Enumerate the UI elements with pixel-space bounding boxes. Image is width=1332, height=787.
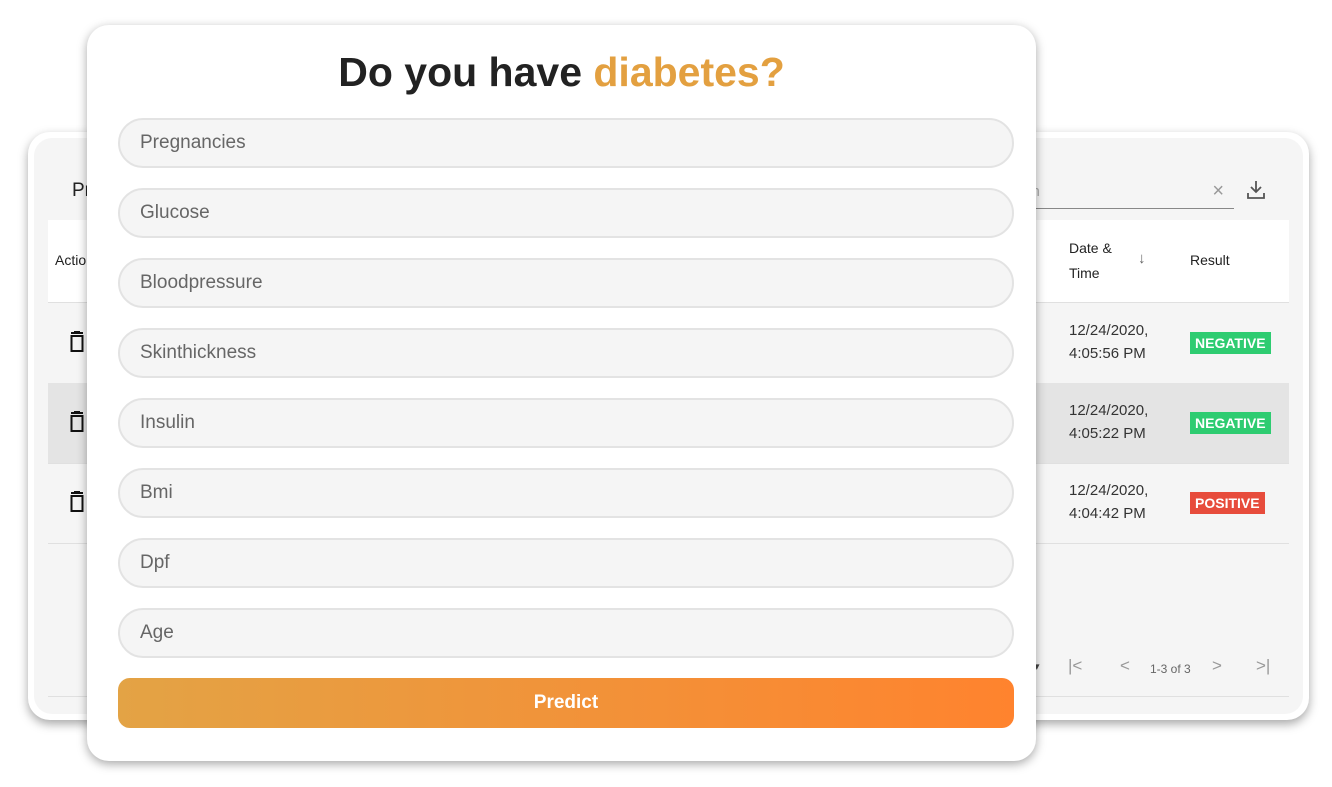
pregnancies-field[interactable] <box>118 118 1014 168</box>
download-icon[interactable] <box>1244 178 1268 202</box>
last-page-button[interactable]: >| <box>1256 656 1270 676</box>
form-title-prefix: Do you have <box>338 49 594 95</box>
search-box: × <box>1024 176 1234 209</box>
insulin-field[interactable] <box>118 398 1014 448</box>
row-date: 12/24/2020, <box>1069 482 1149 499</box>
age-field[interactable] <box>118 608 1014 658</box>
column-header-date-time[interactable]: Date & Time <box>1069 236 1119 286</box>
result-badge: POSITIVE <box>1190 492 1265 514</box>
clear-search-icon[interactable]: × <box>1212 180 1224 202</box>
prediction-form-card: Do you have diabetes? Predict <box>87 25 1036 761</box>
glucose-field[interactable] <box>118 188 1014 238</box>
search-input[interactable] <box>1024 176 1184 206</box>
row-date-time: 12/24/2020, 4:05:56 PM <box>1069 319 1148 365</box>
result-badge: NEGATIVE <box>1190 412 1271 434</box>
form-title-accent: diabetes? <box>593 49 785 95</box>
row-time: 4:04:42 PM <box>1069 505 1146 522</box>
next-page-button[interactable]: > <box>1212 656 1222 676</box>
result-badge: NEGATIVE <box>1190 332 1271 354</box>
sort-arrow-icon[interactable]: ↓ <box>1138 250 1146 267</box>
first-page-button[interactable]: |< <box>1068 656 1082 676</box>
row-date-time: 12/24/2020, 4:05:22 PM <box>1069 399 1148 445</box>
column-header-actions: Actio <box>55 252 87 268</box>
delete-icon[interactable] <box>68 331 86 353</box>
previous-page-button[interactable]: < <box>1120 656 1130 676</box>
row-time: 4:05:56 PM <box>1069 345 1146 362</box>
row-date-time: 12/24/2020, 4:04:42 PM <box>1069 479 1148 525</box>
row-time: 4:05:22 PM <box>1069 425 1146 442</box>
form-title: Do you have diabetes? <box>87 49 1036 95</box>
dpf-field[interactable] <box>118 538 1014 588</box>
predict-button[interactable]: Predict <box>118 678 1014 728</box>
row-date: 12/24/2020, <box>1069 322 1149 339</box>
delete-icon[interactable] <box>68 411 86 433</box>
delete-icon[interactable] <box>68 491 86 513</box>
pagination-range: 1-3 of 3 <box>1150 662 1191 676</box>
bmi-field[interactable] <box>118 468 1014 518</box>
column-header-result: Result <box>1190 252 1230 268</box>
bloodpressure-field[interactable] <box>118 258 1014 308</box>
row-date: 12/24/2020, <box>1069 402 1149 419</box>
skinthickness-field[interactable] <box>118 328 1014 378</box>
